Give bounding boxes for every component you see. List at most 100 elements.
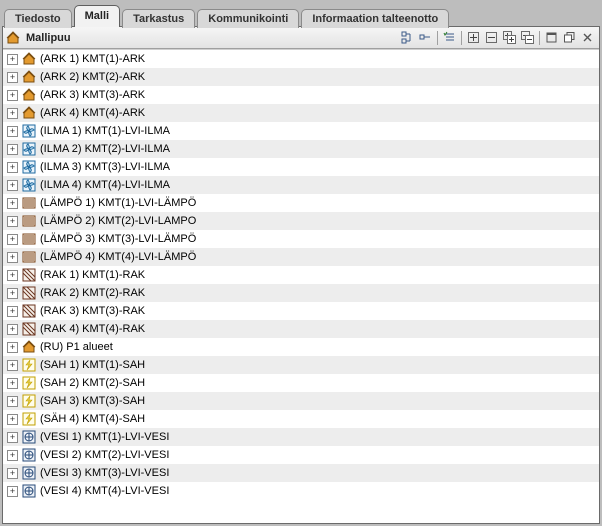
- tree-row[interactable]: + (ILMA 1) KMT(1)-LVI-ILMA: [3, 122, 599, 140]
- radiator-icon: [22, 214, 36, 228]
- expander-icon[interactable]: +: [7, 486, 18, 497]
- tree-row[interactable]: + (RAK 4) KMT(4)-RAK: [3, 320, 599, 338]
- panel-title: Mallipuu: [26, 32, 71, 44]
- tree-row[interactable]: + (LÄMPÖ 1) KMT(1)-LVI-LÄMPÖ: [3, 194, 599, 212]
- valve-icon: [22, 430, 36, 444]
- expander-icon[interactable]: +: [7, 342, 18, 353]
- expander-icon[interactable]: +: [7, 90, 18, 101]
- tree-row[interactable]: + (RAK 2) KMT(2)-RAK: [3, 284, 599, 302]
- tab-label: Kommunikointi: [208, 13, 288, 25]
- expander-icon[interactable]: +: [7, 360, 18, 371]
- tree-node-label: (ARK 2) KMT(2)-ARK: [40, 71, 145, 83]
- tree-row[interactable]: + (ILMA 4) KMT(4)-LVI-ILMA: [3, 176, 599, 194]
- tree-row[interactable]: + (LÄMPÖ 2) KMT(2)-LVI-LAMPO: [3, 212, 599, 230]
- expander-icon[interactable]: +: [7, 108, 18, 119]
- tree-node-label: (ARK 4) KMT(4)-ARK: [40, 107, 145, 119]
- collapse-node-button[interactable]: [483, 29, 500, 46]
- expander-icon[interactable]: +: [7, 198, 18, 209]
- fan-icon: [22, 178, 36, 192]
- valve-icon: [22, 466, 36, 480]
- house-icon: [22, 88, 36, 102]
- tab-tarkastus[interactable]: Tarkastus: [122, 9, 195, 28]
- tree-row[interactable]: + (ARK 3) KMT(3)-ARK: [3, 86, 599, 104]
- tab-informaation-talteenotto[interactable]: Informaation talteenotto: [301, 9, 449, 28]
- tree-row[interactable]: + (LÄMPÖ 3) KMT(3)-LVI-LÄMPÖ: [3, 230, 599, 248]
- tree-row[interactable]: + (SAH 1) KMT(1)-SAH: [3, 356, 599, 374]
- fan-icon: [22, 124, 36, 138]
- tree-row[interactable]: + (VESI 1) KMT(1)-LVI-VESI: [3, 428, 599, 446]
- expander-icon[interactable]: +: [7, 432, 18, 443]
- tree-row[interactable]: + (ILMA 3) KMT(3)-LVI-ILMA: [3, 158, 599, 176]
- tab-label: Informaation talteenotto: [312, 13, 438, 25]
- expander-icon[interactable]: +: [7, 378, 18, 389]
- tree-row[interactable]: + (ARK 1) KMT(1)-ARK: [3, 50, 599, 68]
- model-tree-panel: Mallipuu: [2, 26, 600, 524]
- tab-malli[interactable]: Malli: [74, 5, 120, 27]
- tree-row[interactable]: + (VESI 3) KMT(3)-LVI-VESI: [3, 464, 599, 482]
- close-panel-button[interactable]: [579, 29, 596, 46]
- expander-icon[interactable]: +: [7, 270, 18, 281]
- expander-icon[interactable]: +: [7, 306, 18, 317]
- tab-tiedosto[interactable]: Tiedosto: [4, 9, 72, 28]
- expander-icon[interactable]: +: [7, 396, 18, 407]
- tree-row[interactable]: + (RAK 1) KMT(1)-RAK: [3, 266, 599, 284]
- expander-icon[interactable]: +: [7, 324, 18, 335]
- expander-icon[interactable]: +: [7, 72, 18, 83]
- tree-row[interactable]: + (LÄMPÖ 4) KMT(4)-LVI-LÄMPÖ: [3, 248, 599, 266]
- collapse-tree-button[interactable]: [417, 29, 434, 46]
- tree-row[interactable]: + (ARK 2) KMT(2)-ARK: [3, 68, 599, 86]
- expander-icon[interactable]: +: [7, 126, 18, 137]
- expander-icon[interactable]: +: [7, 234, 18, 245]
- tree-node-label: (VESI 2) KMT(2)-LVI-VESI: [40, 449, 169, 461]
- app-frame: Tiedosto Malli Tarkastus Kommunikointi I…: [0, 0, 602, 526]
- expander-icon[interactable]: +: [7, 252, 18, 263]
- restore-window-button[interactable]: [543, 29, 560, 46]
- section-icon: [22, 304, 36, 318]
- toolbar-separator: [461, 31, 462, 45]
- expander-icon[interactable]: +: [7, 54, 18, 65]
- expander-icon[interactable]: +: [7, 414, 18, 425]
- expander-icon[interactable]: +: [7, 288, 18, 299]
- expander-icon[interactable]: +: [7, 216, 18, 227]
- toolbar-separator: [539, 31, 540, 45]
- tree-node-label: (RAK 3) KMT(3)-RAK: [40, 305, 145, 317]
- tree-row[interactable]: + (RAK 3) KMT(3)-RAK: [3, 302, 599, 320]
- expander-icon[interactable]: +: [7, 180, 18, 191]
- expand-all-button[interactable]: [501, 29, 518, 46]
- tree-node-label: (ILMA 3) KMT(3)-LVI-ILMA: [40, 161, 170, 173]
- detach-panel-button[interactable]: [561, 29, 578, 46]
- tree-row[interactable]: + (RU) P1 alueet: [3, 338, 599, 356]
- tree-row[interactable]: + (SÄH 4) KMT(4)-SAH: [3, 410, 599, 428]
- expand-tree-button[interactable]: [399, 29, 416, 46]
- tree-node-label: (ILMA 4) KMT(4)-LVI-ILMA: [40, 179, 170, 191]
- tree-row[interactable]: + (VESI 2) KMT(2)-LVI-VESI: [3, 446, 599, 464]
- expander-icon[interactable]: +: [7, 468, 18, 479]
- expander-icon[interactable]: +: [7, 162, 18, 173]
- expander-icon[interactable]: +: [7, 144, 18, 155]
- fan-icon: [22, 142, 36, 156]
- model-tree[interactable]: + (ARK 1) KMT(1)-ARK+ (ARK 2) KMT(2)-ARK…: [3, 49, 599, 523]
- tree-node-label: (SÄH 4) KMT(4)-SAH: [40, 413, 145, 425]
- tree-row[interactable]: + (SAH 2) KMT(2)-SAH: [3, 374, 599, 392]
- tree-row[interactable]: + (SAH 3) KMT(3)-SAH: [3, 392, 599, 410]
- tree-node-label: (VESI 4) KMT(4)-LVI-VESI: [40, 485, 169, 497]
- section-icon: [22, 268, 36, 282]
- tree-row[interactable]: + (ILMA 2) KMT(2)-LVI-ILMA: [3, 140, 599, 158]
- collapse-all-button[interactable]: [519, 29, 536, 46]
- section-icon: [22, 322, 36, 336]
- expander-icon[interactable]: +: [7, 450, 18, 461]
- tree-node-label: (LÄMPÖ 1) KMT(1)-LVI-LÄMPÖ: [40, 197, 196, 209]
- radiator-icon: [22, 232, 36, 246]
- tree-row[interactable]: + (VESI 4) KMT(4)-LVI-VESI: [3, 482, 599, 500]
- checklist-button[interactable]: [441, 29, 458, 46]
- radiator-icon: [22, 250, 36, 264]
- bolt-icon: [22, 412, 36, 426]
- house-icon: [22, 70, 36, 84]
- tab-kommunikointi[interactable]: Kommunikointi: [197, 9, 299, 28]
- expand-node-button[interactable]: [465, 29, 482, 46]
- bolt-icon: [22, 358, 36, 372]
- tree-node-label: (VESI 3) KMT(3)-LVI-VESI: [40, 467, 169, 479]
- tree-node-label: (RAK 1) KMT(1)-RAK: [40, 269, 145, 281]
- tab-label: Tiedosto: [15, 13, 61, 25]
- tree-row[interactable]: + (ARK 4) KMT(4)-ARK: [3, 104, 599, 122]
